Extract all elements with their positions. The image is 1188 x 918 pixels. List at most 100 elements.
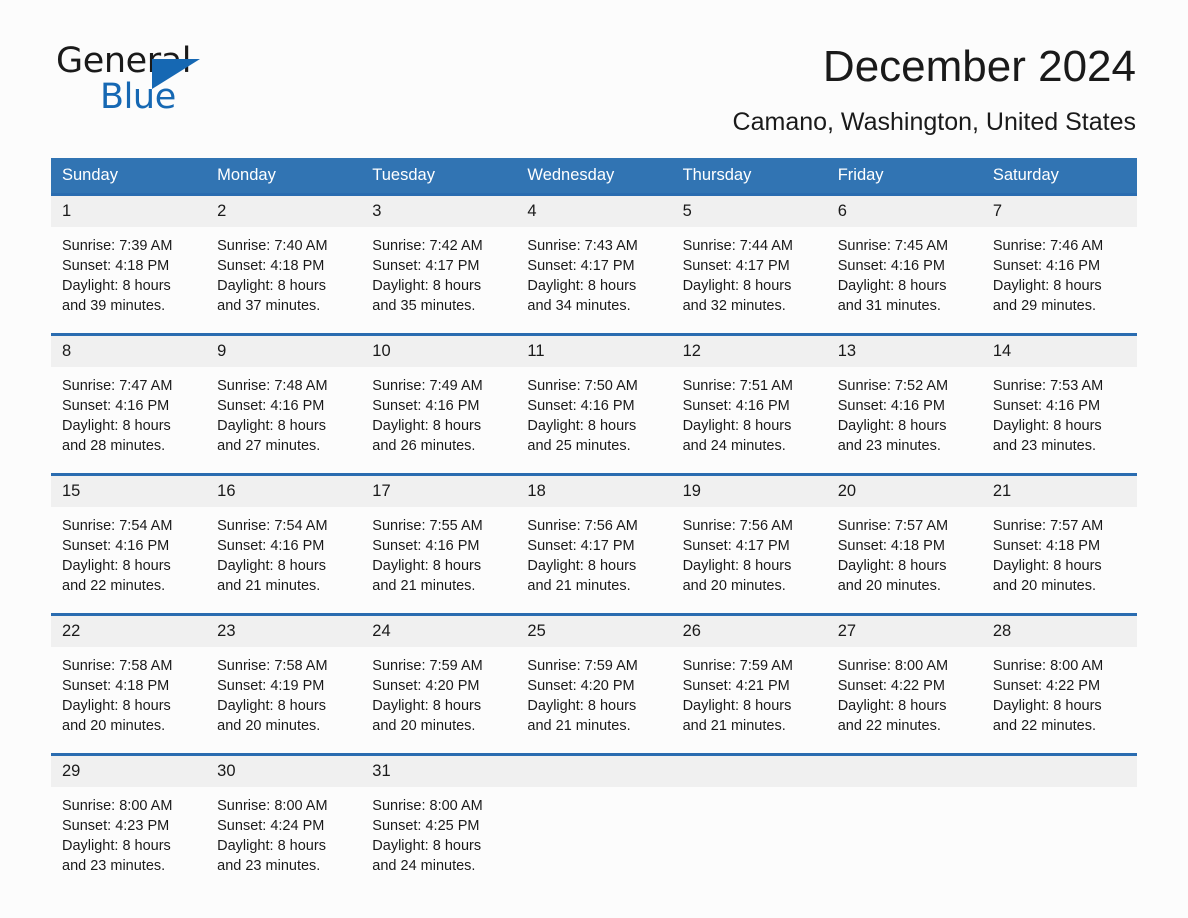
day-number[interactable]: 4 xyxy=(516,196,671,227)
day-number[interactable]: 8 xyxy=(51,336,206,367)
daylight-text-line1: Daylight: 8 hours xyxy=(217,558,326,575)
sunset-text: Sunset: 4:18 PM xyxy=(217,258,325,275)
day-cell[interactable]: Sunrise: 7:57 AM Sunset: 4:18 PM Dayligh… xyxy=(982,507,1137,613)
day-cell[interactable]: Sunrise: 7:45 AM Sunset: 4:16 PM Dayligh… xyxy=(827,227,982,333)
day-cell[interactable]: Sunrise: 7:56 AM Sunset: 4:17 PM Dayligh… xyxy=(516,507,671,613)
daylight-text-line1: Daylight: 8 hours xyxy=(992,558,1102,575)
day-number[interactable]: 26 xyxy=(672,616,827,647)
day-number[interactable]: 10 xyxy=(361,336,516,367)
sunset-text: Sunset: 4:19 PM xyxy=(217,678,325,695)
day-cell[interactable]: Sunrise: 7:59 AM Sunset: 4:20 PM Dayligh… xyxy=(516,647,671,753)
day-number[interactable]: 17 xyxy=(361,476,516,507)
day-number[interactable]: 16 xyxy=(206,476,361,507)
sunrise-text: Sunrise: 7:48 AM xyxy=(217,378,328,395)
week-date-band: 8 9 10 11 12 13 14 xyxy=(51,336,1137,368)
day-cell[interactable]: Sunrise: 7:54 AM Sunset: 4:16 PM Dayligh… xyxy=(206,507,361,613)
daylight-text-line2: and 27 minutes. xyxy=(217,438,321,455)
week-date-band: 22 23 24 25 26 27 28 xyxy=(51,616,1137,648)
sunset-text: Sunset: 4:16 PM xyxy=(372,398,480,415)
day-number[interactable]: 18 xyxy=(516,476,671,507)
day-cell[interactable]: Sunrise: 7:42 AM Sunset: 4:17 PM Dayligh… xyxy=(361,227,516,333)
page-title: December 2024 xyxy=(822,42,1136,91)
day-cell[interactable]: Sunrise: 7:57 AM Sunset: 4:18 PM Dayligh… xyxy=(827,507,982,613)
day-number[interactable]: 22 xyxy=(51,616,206,647)
day-cell[interactable]: Sunrise: 7:40 AM Sunset: 4:18 PM Dayligh… xyxy=(206,227,361,333)
day-cell[interactable]: Sunrise: 7:43 AM Sunset: 4:17 PM Dayligh… xyxy=(516,227,671,333)
sunset-text: Sunset: 4:17 PM xyxy=(527,538,635,555)
day-number[interactable]: 29 xyxy=(51,756,206,787)
day-cell[interactable]: Sunrise: 7:50 AM Sunset: 4:16 PM Dayligh… xyxy=(516,367,671,473)
day-cell[interactable]: Sunrise: 7:55 AM Sunset: 4:16 PM Dayligh… xyxy=(361,507,516,613)
weekday-header-saturday: Saturday xyxy=(992,166,1059,185)
day-number[interactable]: 1 xyxy=(51,196,206,227)
sunrise-text: Sunrise: 7:54 AM xyxy=(62,518,173,535)
day-number[interactable]: 14 xyxy=(982,336,1137,367)
day-cell-empty xyxy=(672,787,827,893)
day-cell[interactable]: Sunrise: 7:58 AM Sunset: 4:18 PM Dayligh… xyxy=(51,647,206,753)
day-number[interactable]: 30 xyxy=(206,756,361,787)
day-number[interactable]: 24 xyxy=(361,616,516,647)
daylight-text-line1: Daylight: 8 hours xyxy=(837,558,947,575)
calendar-week-row: 1 2 3 4 5 6 7 Sunrise: 7:39 AM Sunset: 4… xyxy=(51,193,1137,334)
daylight-text-line1: Daylight: 8 hours xyxy=(682,278,792,295)
day-number[interactable]: 19 xyxy=(672,476,827,507)
daylight-text-line2: and 23 minutes. xyxy=(62,858,166,875)
day-number[interactable]: 25 xyxy=(516,616,671,647)
day-cell[interactable]: Sunrise: 7:53 AM Sunset: 4:16 PM Dayligh… xyxy=(982,367,1137,473)
day-cell[interactable]: Sunrise: 8:00 AM Sunset: 4:23 PM Dayligh… xyxy=(51,787,206,893)
day-cell[interactable]: Sunrise: 7:51 AM Sunset: 4:16 PM Dayligh… xyxy=(672,367,827,473)
week-date-band: 1 2 3 4 5 6 7 xyxy=(51,196,1137,228)
day-cell[interactable]: Sunrise: 7:39 AM Sunset: 4:18 PM Dayligh… xyxy=(51,227,206,333)
day-cell[interactable]: Sunrise: 7:56 AM Sunset: 4:17 PM Dayligh… xyxy=(672,507,827,613)
day-cell[interactable]: Sunrise: 8:00 AM Sunset: 4:24 PM Dayligh… xyxy=(206,787,361,893)
sunrise-text: Sunrise: 8:00 AM xyxy=(217,798,328,815)
daylight-text-line2: and 28 minutes. xyxy=(62,438,166,455)
sunset-text: Sunset: 4:22 PM xyxy=(837,678,945,695)
day-cell[interactable]: Sunrise: 7:59 AM Sunset: 4:21 PM Dayligh… xyxy=(672,647,827,753)
day-number[interactable]: 20 xyxy=(827,476,982,507)
sunset-text: Sunset: 4:22 PM xyxy=(992,678,1101,695)
week-detail-band: Sunrise: 7:47 AM Sunset: 4:16 PM Dayligh… xyxy=(51,367,1137,474)
sunrise-text: Sunrise: 7:47 AM xyxy=(62,378,173,395)
day-cell[interactable]: Sunrise: 7:54 AM Sunset: 4:16 PM Dayligh… xyxy=(51,507,206,613)
location-subtitle: Camano, Washington, United States xyxy=(732,108,1136,137)
day-cell[interactable]: Sunrise: 7:47 AM Sunset: 4:16 PM Dayligh… xyxy=(51,367,206,473)
day-cell[interactable]: Sunrise: 8:00 AM Sunset: 4:22 PM Dayligh… xyxy=(982,647,1137,753)
sunrise-text: Sunrise: 7:46 AM xyxy=(992,238,1104,255)
day-number[interactable]: 5 xyxy=(672,196,827,227)
daylight-text-line2: and 37 minutes. xyxy=(217,298,321,315)
sunrise-text: Sunrise: 8:00 AM xyxy=(62,798,173,815)
day-number[interactable]: 9 xyxy=(206,336,361,367)
day-number[interactable]: 7 xyxy=(982,196,1137,227)
day-number[interactable]: 21 xyxy=(982,476,1137,507)
day-number[interactable]: 3 xyxy=(361,196,516,227)
daylight-text-line2: and 32 minutes. xyxy=(682,298,786,315)
day-number[interactable]: 12 xyxy=(672,336,827,367)
day-cell[interactable]: Sunrise: 7:48 AM Sunset: 4:16 PM Dayligh… xyxy=(206,367,361,473)
day-cell[interactable]: Sunrise: 7:49 AM Sunset: 4:16 PM Dayligh… xyxy=(361,367,516,473)
day-number[interactable]: 13 xyxy=(827,336,982,367)
day-cell[interactable]: Sunrise: 7:59 AM Sunset: 4:20 PM Dayligh… xyxy=(361,647,516,753)
sunset-text: Sunset: 4:16 PM xyxy=(837,258,945,275)
sunrise-text: Sunrise: 7:44 AM xyxy=(682,238,793,255)
daylight-text-line2: and 20 minutes. xyxy=(682,578,786,595)
day-cell[interactable]: Sunrise: 8:00 AM Sunset: 4:22 PM Dayligh… xyxy=(827,647,982,753)
day-number[interactable]: 2 xyxy=(206,196,361,227)
day-cell[interactable]: Sunrise: 7:46 AM Sunset: 4:16 PM Dayligh… xyxy=(982,227,1137,333)
day-number[interactable]: 31 xyxy=(361,756,516,787)
day-cell[interactable]: Sunrise: 8:00 AM Sunset: 4:25 PM Dayligh… xyxy=(361,787,516,893)
day-number[interactable]: 27 xyxy=(827,616,982,647)
day-number[interactable]: 6 xyxy=(827,196,982,227)
day-number[interactable]: 23 xyxy=(206,616,361,647)
day-cell-empty xyxy=(982,787,1137,893)
daylight-text-line1: Daylight: 8 hours xyxy=(62,698,171,715)
daylight-text-line1: Daylight: 8 hours xyxy=(217,278,326,295)
day-number[interactable]: 15 xyxy=(51,476,206,507)
sunrise-text: Sunrise: 7:59 AM xyxy=(372,658,483,675)
day-number[interactable]: 11 xyxy=(516,336,671,367)
general-blue-logo[interactable]: General Blue xyxy=(56,44,206,120)
day-number[interactable]: 28 xyxy=(982,616,1137,647)
day-cell[interactable]: Sunrise: 7:58 AM Sunset: 4:19 PM Dayligh… xyxy=(206,647,361,753)
day-cell[interactable]: Sunrise: 7:52 AM Sunset: 4:16 PM Dayligh… xyxy=(827,367,982,473)
day-cell[interactable]: Sunrise: 7:44 AM Sunset: 4:17 PM Dayligh… xyxy=(672,227,827,333)
